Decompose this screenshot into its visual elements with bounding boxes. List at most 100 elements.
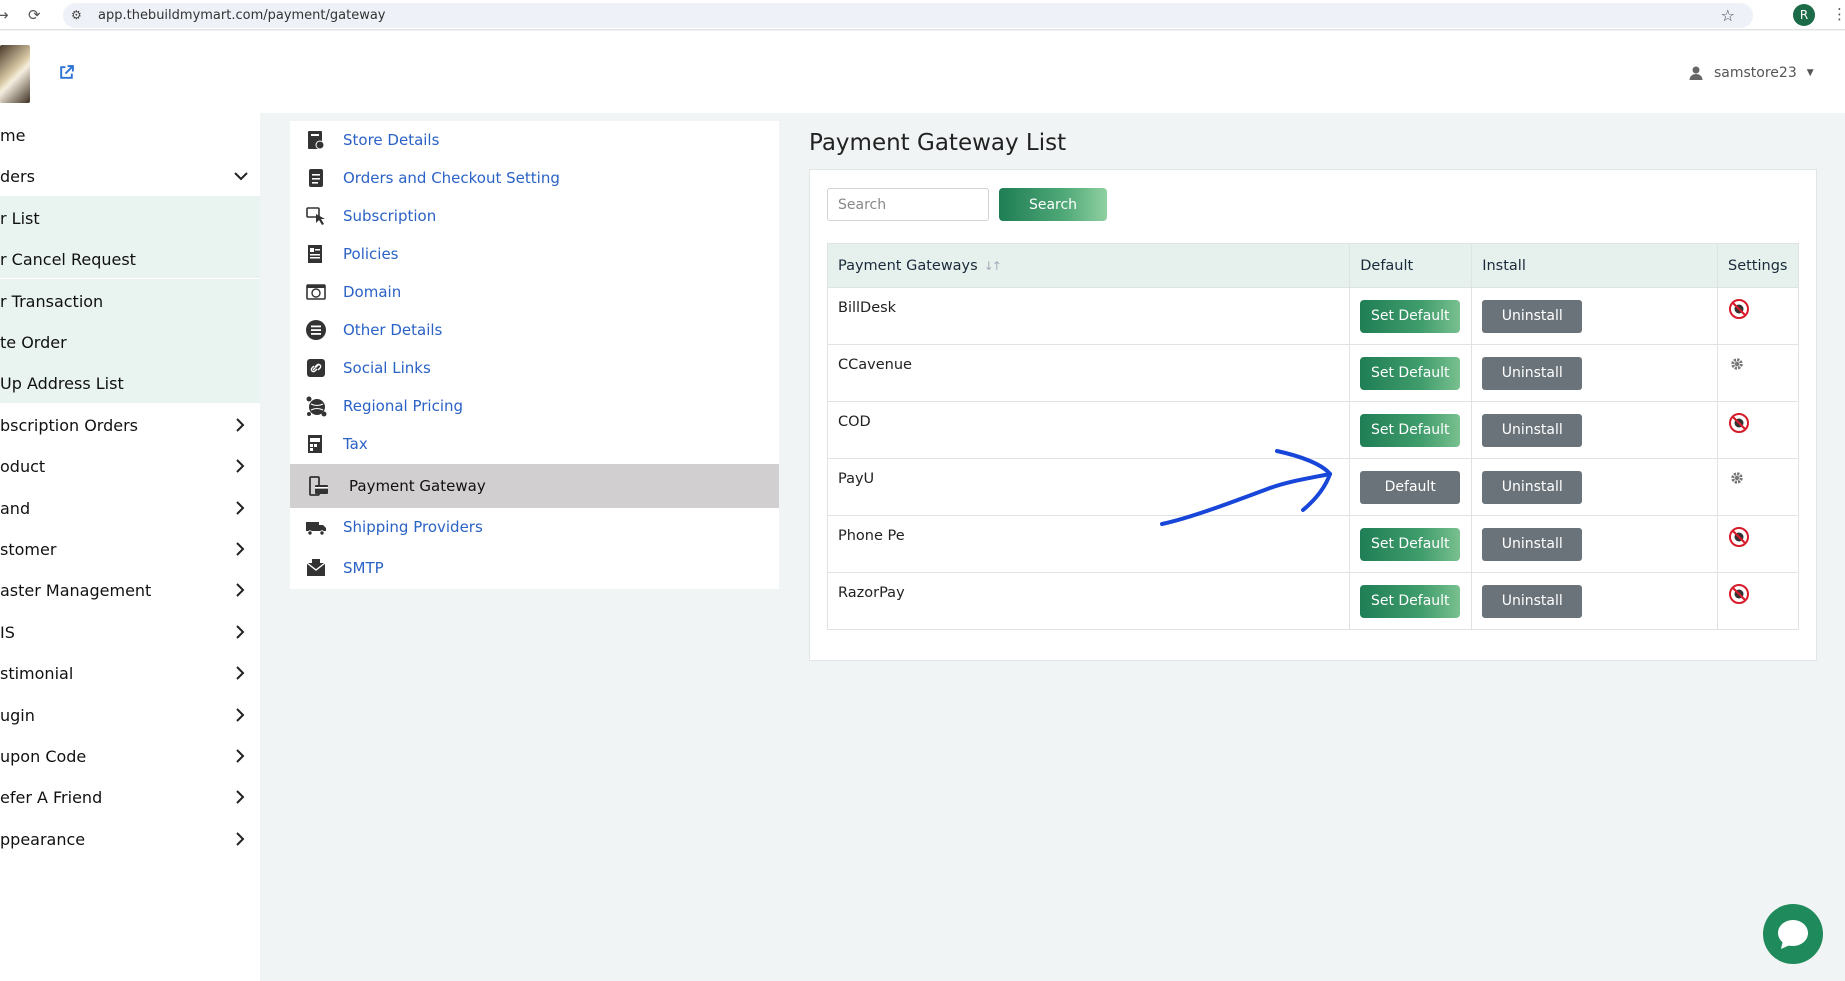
set-default-button[interactable]: Set Default	[1360, 356, 1461, 390]
sidebar-item[interactable]: aster Management	[0, 568, 260, 616]
annotation-arrow	[1160, 449, 1333, 526]
reload-icon[interactable]: ⟳	[28, 6, 41, 24]
default-button[interactable]: Default	[1360, 470, 1461, 504]
user-menu[interactable]: samstore23 ▼	[1688, 65, 1814, 81]
chevron-right-icon[interactable]	[234, 663, 246, 683]
sidebar-item[interactable]: r List	[0, 196, 260, 237]
sidebar-item[interactable]: r Transaction	[0, 279, 260, 320]
settings-menu-item[interactable]: Policies	[290, 235, 779, 273]
settings-menu-item-label: Orders and Checkout Setting	[343, 169, 560, 187]
gear-icon[interactable]	[1728, 355, 1750, 377]
sidebar-item-label: efer A Friend	[0, 788, 103, 807]
sidebar-item-label: stomer	[0, 540, 57, 559]
chevron-right-icon[interactable]	[234, 580, 246, 600]
uninstall-button[interactable]: Uninstall	[1482, 470, 1583, 504]
bookmark-star-icon[interactable]: ☆	[1721, 6, 1735, 25]
forward-icon[interactable]: →	[0, 6, 9, 24]
sidebar-item-label: and	[0, 499, 31, 518]
chevron-right-icon[interactable]	[234, 787, 246, 807]
link-icon	[307, 359, 325, 377]
uninstall-button[interactable]: Uninstall	[1482, 299, 1583, 333]
settings-menu-item[interactable]: SMTP	[290, 549, 779, 587]
sidebar-item[interactable]: te Order	[0, 320, 260, 361]
sidebar-item-label: IS	[0, 623, 15, 642]
external-link-icon[interactable]	[58, 64, 75, 81]
sidebar-item[interactable]: r Cancel Request	[0, 237, 260, 278]
settings-menu-item[interactable]: Regional Pricing	[290, 387, 779, 425]
settings-menu-item[interactable]: Orders and Checkout Setting	[290, 159, 779, 197]
sidebar-item[interactable]: ppearance	[0, 817, 260, 865]
settings-menu-item[interactable]: Payment Gateway	[290, 464, 779, 508]
settings-menu-item[interactable]: Other Details	[290, 311, 779, 349]
table-row: RazorPay Set Default Uninstall	[826, 572, 1800, 630]
gateway-name: RazorPay	[826, 572, 1351, 630]
settings-menu-item-label: SMTP	[343, 559, 384, 577]
sidebar-item-label: r Cancel Request	[0, 250, 136, 269]
chevron-right-icon[interactable]	[234, 456, 246, 476]
set-default-button[interactable]: Set Default	[1360, 299, 1461, 333]
sidebar-item-label: Up Address List	[0, 374, 124, 393]
disabled-icon[interactable]	[1728, 298, 1750, 320]
settings-menu-item-label: Domain	[343, 283, 402, 301]
sidebar-item-label: aster Management	[0, 581, 152, 600]
gear-icon[interactable]	[1728, 469, 1750, 491]
search-button[interactable]: Search	[999, 188, 1107, 221]
chevron-right-icon[interactable]	[234, 705, 246, 725]
settings-menu-item[interactable]: Store Details	[290, 121, 779, 159]
settings-menu-item-label: Tax	[343, 435, 368, 453]
user-icon	[1689, 66, 1703, 80]
browser-profile-avatar[interactable]: R	[1793, 4, 1815, 26]
left-sidebar: me ders r List r Cancel Request r Transactio…	[0, 113, 260, 981]
settings-menu-item[interactable]: Tax	[290, 425, 779, 463]
sidebar-item-label: upon Code	[0, 747, 87, 766]
uninstall-button[interactable]: Uninstall	[1482, 356, 1583, 390]
column-header-payment-gateways[interactable]: Payment Gateways ↓↑	[826, 243, 1351, 288]
sidebar-item[interactable]: Up Address List	[0, 361, 260, 403]
browser-toolbar: → ⟳ ⚙ app.thebuildmymart.com/payment/gat…	[0, 0, 1845, 30]
settings-menu-item[interactable]: Domain	[290, 273, 779, 311]
search-input[interactable]	[827, 188, 989, 221]
settings-menu-item-label: Subscription	[343, 207, 437, 225]
settings-menu-item-label: Policies	[343, 245, 399, 263]
sort-icon[interactable]: ↓↑	[984, 259, 1002, 273]
sidebar-item[interactable]: ders	[0, 154, 260, 202]
column-header-settings: Settings	[1716, 243, 1800, 288]
settings-menu-item[interactable]: Shipping Providers	[290, 508, 779, 546]
disabled-icon[interactable]	[1728, 583, 1750, 605]
chat-widget-button[interactable]	[1763, 904, 1823, 964]
sidebar-item[interactable]: efer A Friend	[0, 775, 260, 823]
uninstall-button[interactable]: Uninstall	[1482, 413, 1583, 447]
url-text[interactable]: app.thebuildmymart.com/payment/gateway	[98, 8, 386, 23]
site-settings-icon[interactable]: ⚙	[71, 8, 82, 22]
column-header-default: Default	[1349, 243, 1473, 288]
chevron-down-icon[interactable]	[234, 166, 248, 186]
disabled-icon[interactable]	[1728, 526, 1750, 548]
store-details-icon	[308, 131, 325, 150]
document-icon	[309, 169, 323, 187]
chevron-right-icon[interactable]	[234, 746, 246, 766]
policies-icon	[308, 245, 322, 263]
settings-menu-item-label: Store Details	[343, 131, 440, 149]
set-default-button[interactable]: Set Default	[1360, 413, 1461, 447]
chevron-right-icon[interactable]	[234, 622, 246, 642]
browser-menu-icon[interactable]: ⋮	[1832, 5, 1845, 23]
chat-bubble-icon	[1778, 920, 1808, 949]
set-default-button[interactable]: Set Default	[1360, 527, 1461, 561]
settings-menu-item[interactable]: Social Links	[290, 349, 779, 387]
chevron-right-icon[interactable]	[234, 415, 246, 435]
disabled-icon[interactable]	[1728, 412, 1750, 434]
sidebar-item[interactable]: oduct	[0, 444, 260, 492]
sidebar-item[interactable]: stimonial	[0, 651, 260, 699]
store-logo[interactable]	[0, 45, 30, 103]
chevron-right-icon[interactable]	[234, 829, 246, 849]
chevron-right-icon[interactable]	[234, 498, 246, 518]
gateway-name: CCavenue	[826, 344, 1351, 402]
uninstall-button[interactable]: Uninstall	[1482, 584, 1583, 618]
address-bar[interactable]: ⚙ app.thebuildmymart.com/payment/gateway…	[63, 3, 1753, 28]
settings-menu-item[interactable]: Subscription	[290, 197, 779, 235]
chevron-right-icon[interactable]	[234, 539, 246, 559]
sidebar-item-label: te Order	[0, 333, 67, 352]
set-default-button[interactable]: Set Default	[1360, 584, 1461, 618]
uninstall-button[interactable]: Uninstall	[1482, 527, 1583, 561]
payment-gateway-table: Payment Gateways ↓↑ Default Install Setti…	[826, 243, 1800, 630]
